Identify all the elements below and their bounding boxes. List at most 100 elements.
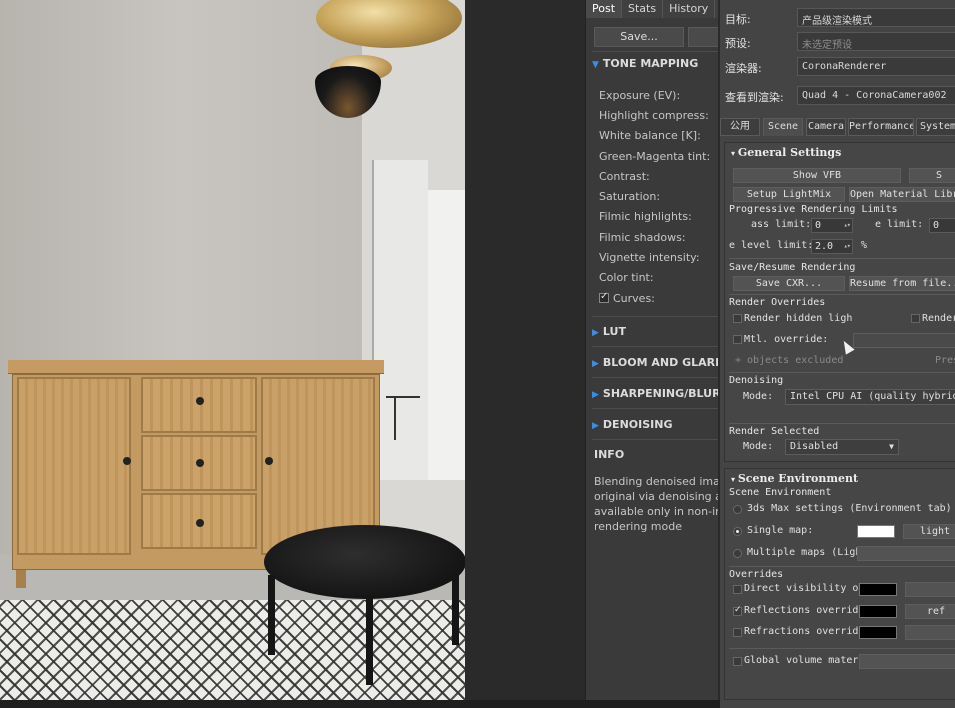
param-green-magenta: Green-Magenta tint: (599, 150, 711, 163)
refractions-map[interactable] (905, 625, 955, 640)
divider (592, 377, 720, 378)
reflections-override-checkbox[interactable] (733, 605, 742, 616)
doorway-light (428, 190, 465, 480)
overrides-title: Overrides (729, 569, 784, 580)
renderer-dropdown[interactable]: CoronaRenderer (797, 57, 955, 76)
coffee-table-leg (452, 575, 459, 645)
refractions-override-label: Refractions override (744, 626, 865, 637)
reflections-override-label: Reflections override (744, 605, 865, 616)
vfb-tab-bar: Post Stats History D (586, 0, 720, 18)
section-bloom-glare[interactable]: ▶ BLOOM AND GLARE (592, 356, 720, 369)
tab-stats[interactable]: Stats (622, 0, 664, 18)
preset-row: 预设: 未选定预设 (725, 32, 955, 52)
tab-post[interactable]: Post (586, 0, 623, 18)
time-limit-spinner[interactable]: 0 (929, 218, 955, 233)
tab-scene[interactable]: Scene (763, 118, 803, 136)
render-setup-dialog: 目标: 产品级渲染模式 预设: 未选定预设 渲染器: CoronaRendere… (718, 0, 955, 708)
renderer-row: 渲染器: CoronaRenderer (725, 57, 955, 77)
denoise-mode-label: Mode: (743, 391, 774, 402)
denoising-title: Denoising (729, 375, 784, 386)
pres-label[interactable]: Pres (935, 355, 955, 366)
preset-dropdown[interactable]: 未选定预设 (797, 32, 955, 51)
section-sharpening[interactable]: ▶SHARPENING/BLURRI (592, 387, 720, 400)
env-3dsmax-radio[interactable] (733, 505, 742, 514)
env-single-map-radio[interactable] (733, 527, 742, 536)
vfb-dark-gap (465, 0, 585, 700)
reflections-map-button[interactable]: ref (905, 604, 955, 619)
multiple-maps-count[interactable]: 2 (857, 546, 955, 561)
curves-checkbox[interactable] (599, 291, 609, 303)
coffee-table-top (264, 525, 465, 599)
direct-visibility-map[interactable] (905, 582, 955, 597)
save-cxr-button[interactable]: Save CXR... (733, 276, 845, 291)
noise-limit-label: e level limit: (729, 240, 814, 251)
direct-visibility-checkbox[interactable] (733, 585, 742, 594)
vfb-second-button[interactable] (688, 27, 720, 47)
collapsed-triangle-icon: ▶ (592, 421, 599, 431)
knob (265, 457, 273, 465)
divider (729, 294, 955, 295)
direct-visibility-label: Direct visibility ov (744, 583, 865, 594)
render-hidden-checkbox[interactable] (733, 314, 742, 323)
divider (592, 51, 720, 52)
percent-label: % (861, 240, 868, 251)
mtl-override-checkbox[interactable] (733, 335, 742, 344)
save-resume-title: Save/Resume Rendering (729, 262, 856, 273)
section-lut[interactable]: ▶ LUT (592, 325, 626, 338)
section-tone-mapping[interactable]: ▼ TONE MAPPING (592, 57, 698, 70)
tab-history[interactable]: History (663, 0, 716, 18)
param-vignette: Vignette intensity: (599, 251, 700, 264)
mtl-override-slot[interactable] (853, 333, 955, 348)
general-settings-title[interactable]: ▾ General Settings (731, 146, 841, 159)
show-vfb-button[interactable]: Show VFB (733, 168, 901, 183)
resume-from-file-button[interactable]: Resume from file... (849, 276, 955, 291)
target-row: 目标: 产品级渲染模式 (725, 8, 955, 28)
view-dropdown[interactable]: Quad 4 - CoronaCamera002 (797, 86, 955, 105)
denoise-mode-dropdown[interactable]: Intel CPU AI (quality hybrid) (785, 389, 955, 405)
save-button[interactable]: Save... (594, 27, 684, 47)
setup-lightmix-button[interactable]: Setup LightMix (733, 187, 845, 202)
collapsed-triangle-icon: ▶ (592, 390, 599, 400)
scene-environment-group: Scene Environment (729, 487, 832, 498)
tab-performance[interactable]: Performance (848, 118, 914, 136)
tab-system[interactable]: System (916, 118, 955, 136)
tab-camera[interactable]: Camera (806, 118, 846, 136)
s-button[interactable]: S (909, 168, 955, 183)
selected-mode-dropdown[interactable]: Disabled ▼ (785, 439, 899, 455)
curves-toggle[interactable]: Curves: (599, 291, 655, 305)
light-map-button[interactable]: light (903, 524, 955, 539)
env-color-swatch[interactable] (857, 525, 895, 538)
tab-common[interactable]: 公用 (720, 118, 760, 136)
param-highlight-compress: Highlight compress: (599, 109, 709, 122)
info-text: Blending denoised imag original via deno… (594, 475, 719, 533)
sideboard-left-door (17, 377, 131, 555)
direct-visibility-color[interactable] (859, 583, 897, 596)
render-right-checkbox[interactable] (911, 314, 920, 323)
objects-excluded-label[interactable]: + objects excluded (735, 355, 843, 366)
divider (592, 316, 720, 317)
param-filmic-highlights: Filmic highlights: (599, 210, 692, 223)
knob (196, 459, 204, 467)
param-color-tint: Color tint: (599, 271, 654, 284)
coffee-table-leg (268, 575, 275, 655)
env-multiple-maps-radio[interactable] (733, 549, 742, 558)
render-viewport[interactable] (0, 0, 465, 700)
mtl-override-label: Mtl. override: (744, 334, 829, 345)
divider (729, 423, 955, 424)
reflections-override-color[interactable] (859, 605, 897, 618)
selected-mode-label: Mode: (743, 441, 774, 452)
target-dropdown[interactable]: 产品级渲染模式 (797, 8, 955, 27)
section-denoising[interactable]: ▶ DENOISING (592, 418, 672, 431)
knob (196, 519, 204, 527)
global-volume-slot[interactable] (859, 654, 955, 669)
refractions-override-color[interactable] (859, 626, 897, 639)
pass-limit-spinner[interactable]: 0 (811, 218, 853, 233)
render-hidden-label: Render hidden ligh (744, 313, 853, 324)
open-material-library-button[interactable]: Open Material Librar (849, 187, 955, 202)
global-volume-checkbox[interactable] (733, 657, 742, 666)
section-info: INFO (594, 448, 625, 461)
scene-environment-title[interactable]: ▾ Scene Environment (731, 472, 858, 485)
refractions-override-checkbox[interactable] (733, 628, 742, 637)
patterned-rug (0, 600, 465, 700)
noise-limit-spinner[interactable]: 2.0 (811, 239, 853, 254)
